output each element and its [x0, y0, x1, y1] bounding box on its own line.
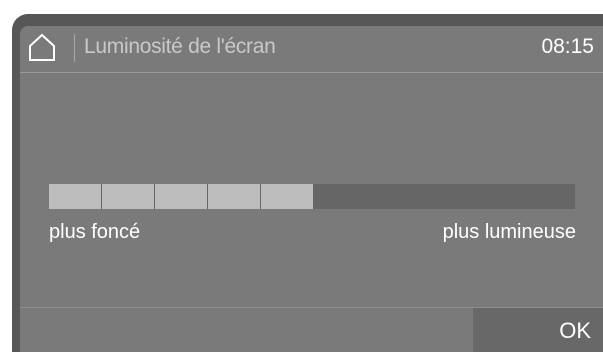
header-bar: Luminosité de l'écran 08:15: [20, 26, 603, 73]
home-icon: [29, 33, 55, 61]
label-darker: plus foncé: [49, 221, 141, 243]
header-divider: [74, 34, 75, 62]
clock: 08:15: [541, 35, 594, 58]
brightness-segment: [102, 184, 154, 209]
device-frame: Luminosité de l'écran 08:15 plus foncé p…: [12, 14, 603, 352]
brightness-segment: [155, 184, 207, 209]
ok-button[interactable]: OK: [473, 308, 603, 352]
brightness-slider[interactable]: [49, 184, 575, 209]
display-screen: Luminosité de l'écran 08:15 plus foncé p…: [20, 26, 603, 352]
home-button[interactable]: [27, 32, 73, 66]
brightness-segment: [49, 184, 101, 209]
label-brighter: plus lumineuse: [442, 221, 576, 243]
page-title: Luminosité de l'écran: [84, 35, 276, 58]
brightness-segment: [261, 184, 313, 209]
brightness-segment: [208, 184, 260, 209]
